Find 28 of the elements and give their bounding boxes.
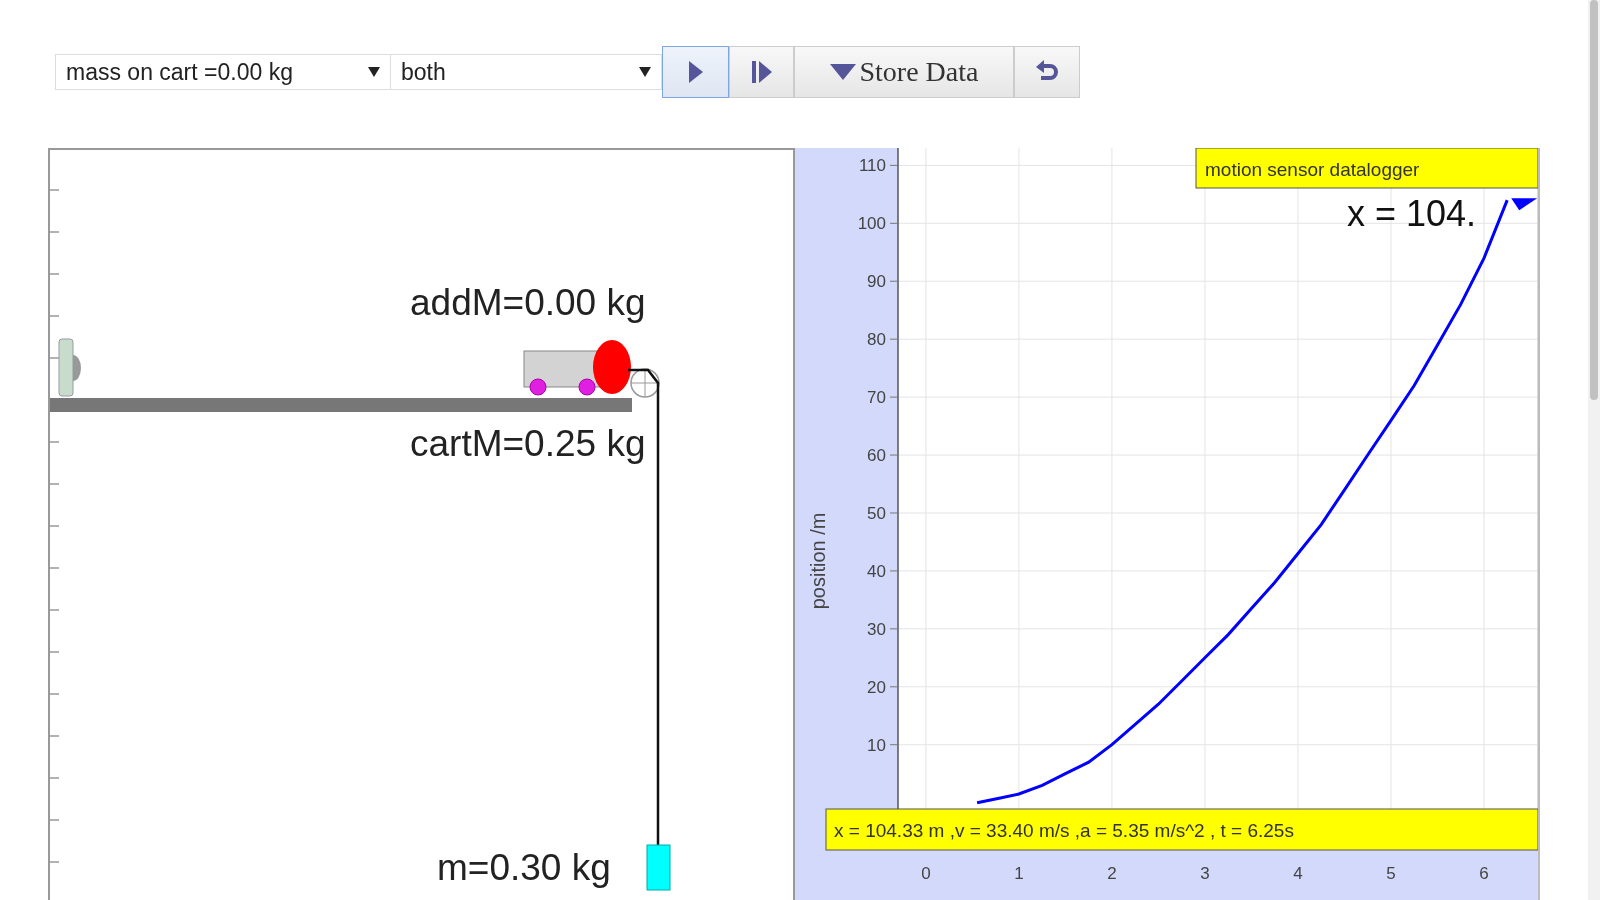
dropdown[interactable]: both bbox=[390, 54, 662, 90]
x-tick-label: 2 bbox=[1107, 864, 1117, 883]
x-tick-label: 4 bbox=[1293, 864, 1303, 883]
cart-mass-label: cartM=0.25 kg bbox=[410, 423, 646, 464]
hanging-mass-label: m=0.30 kg bbox=[437, 847, 611, 888]
x-tick-label: 1 bbox=[1014, 864, 1024, 883]
x-tick-label: 0 bbox=[921, 864, 931, 883]
y-tick-label: 90 bbox=[867, 272, 886, 292]
x-tick-label: 5 bbox=[1386, 864, 1396, 883]
motion-readout: x = 104.33 m ,v = 33.40 m/s ,a = 5.35 m/s^2 , t = 6.25s bbox=[834, 820, 1294, 841]
y-axis-label: position /m bbox=[807, 512, 829, 610]
store-data-button[interactable]: Store Data bbox=[794, 46, 1014, 98]
position-reading: x = 104. bbox=[1347, 193, 1477, 234]
x-tick-label: 6 bbox=[1479, 864, 1489, 883]
y-tick-label: 50 bbox=[867, 504, 886, 523]
y-tick-label: 30 bbox=[867, 619, 886, 639]
dropdown[interactable]: mass on cart =0.00 kg bbox=[55, 54, 391, 90]
y-tick-label: 100 bbox=[857, 214, 886, 234]
y-tick-label: 40 bbox=[867, 561, 886, 581]
added-mass-label: addM=0.00 kg bbox=[410, 282, 646, 323]
y-tick-label: 70 bbox=[867, 388, 886, 408]
y-tick-label: 10 bbox=[867, 735, 886, 755]
y-tick-label: 60 bbox=[867, 446, 886, 466]
datalogger-tag: motion sensor datalogger bbox=[1205, 159, 1420, 180]
y-tick-label: 20 bbox=[867, 677, 886, 697]
x-tick-label: 3 bbox=[1200, 864, 1210, 883]
y-tick-label: 80 bbox=[867, 330, 886, 350]
y-tick-label: 110 bbox=[858, 156, 886, 176]
